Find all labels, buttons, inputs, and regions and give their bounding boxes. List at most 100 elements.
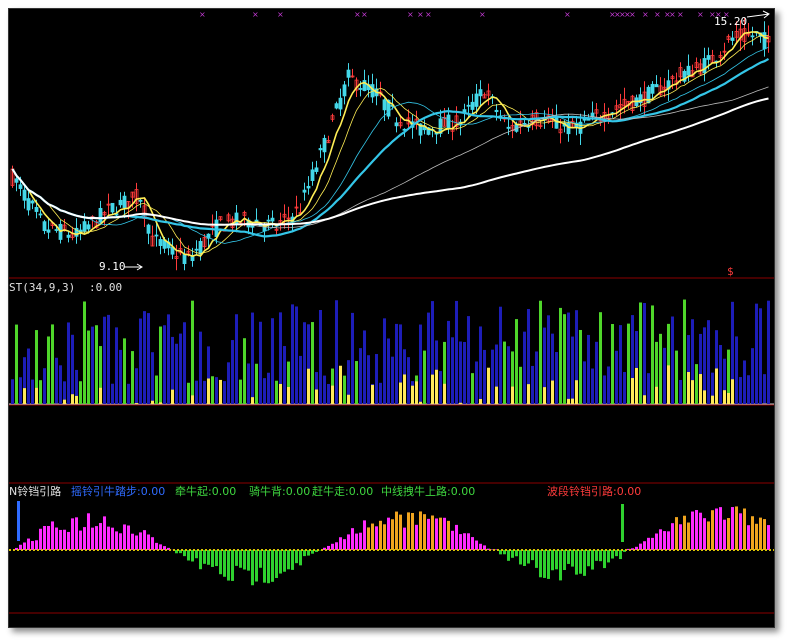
volume-bar [587,334,590,404]
osc-bar [263,550,266,583]
osc-bar [383,524,386,550]
osc-bar [411,512,414,550]
volume-bar [615,350,618,404]
volume-sub-bar [495,386,498,404]
stock-chart[interactable]: × × × × × × × × × × ××××× × × ×× × × × × × 15.20 9.10 $ ST… [9,9,774,627]
osc-bar [23,542,26,550]
volume-sub-bar [551,380,554,404]
volume-sub-bar [715,368,718,404]
osc-title: N铃铛引路 [9,484,61,498]
candle-body [470,101,475,110]
osc-bar [227,550,230,581]
osc-bar [711,510,714,550]
osc-bar [579,550,582,574]
volume-bar [247,363,250,404]
volume-bar [271,318,274,404]
volume-bar [675,350,678,404]
volume-bar [19,377,22,404]
signal-marker: × [697,10,704,19]
volume-indicator-value: :0.00 [89,281,122,294]
signal-markers: × × × × × × × × × × ××××× × × ×× × × × × × [199,10,730,19]
volume-sub-bar [71,394,74,404]
volume-bar [763,374,766,404]
osc-bar [131,533,134,550]
osc-bar [735,506,738,550]
osc-bar [523,550,526,566]
volume-bar [155,375,158,404]
candle-body [38,213,43,216]
osc-bar [347,534,350,550]
osc-bar [603,550,606,569]
volume-sub-bar [171,389,174,404]
osc-bar [667,531,670,550]
volume-bar [319,309,322,404]
osc-bar [335,542,338,550]
volume-bar [135,368,138,404]
candle-body [122,195,127,209]
volume-bar [27,348,30,404]
volume-bar [367,355,370,404]
osc-bar [211,550,214,567]
volume-sub-bar [191,395,194,404]
signal-marker: × [677,10,684,19]
osc-bar [427,518,430,550]
osc-bar [463,533,466,550]
volume-bar [251,312,254,404]
volume-bar [259,321,262,404]
candle-body [446,114,451,130]
candle-body [266,219,271,222]
candle-body [66,234,71,238]
osc-bar [395,511,398,550]
osc-bar [755,523,758,550]
signal-marker: × [654,10,661,19]
volume-bar [311,322,314,404]
osc-bar [699,512,702,550]
volume-sub-bar [699,374,702,404]
osc-bar [619,550,622,560]
volume-bar [235,314,238,404]
volume-bar [639,302,642,404]
osc-bar [671,523,674,550]
volume-bar [671,316,674,404]
candle-body [270,217,275,222]
osc-bar [355,533,358,550]
osc-bar [407,512,410,550]
osc-bar [539,550,542,578]
volume-bar [467,316,470,404]
osc-bar [203,550,206,564]
volume-bar [191,300,194,404]
candle-body [22,189,27,201]
signal-marker: × [642,10,649,19]
volume-bar [267,372,270,404]
volume-bar [151,352,154,404]
volume-bar [43,368,46,404]
candle-body [118,199,123,206]
volume-bar [39,380,42,404]
volume-bar [659,333,662,404]
candle-body [18,184,23,189]
volume-bar [327,383,330,404]
osc-bar [87,513,90,550]
volume-bar [463,341,466,404]
osc-bar [763,519,766,550]
signal-marker: × [199,10,206,19]
candle-body [762,32,767,50]
volume-bar [275,380,278,404]
osc-bar [507,550,510,561]
volume-bar [167,314,170,404]
volume-bar [223,381,226,404]
volume-bar [51,324,54,404]
volume-bar [183,322,186,404]
osc-bar [439,517,442,550]
signal-marker: × [354,10,361,19]
osc-bar [595,550,598,561]
volume-bar [363,330,366,404]
candle-body [182,254,187,265]
candle-body [730,37,735,41]
osc-bar [547,550,550,579]
candle-body [522,122,527,125]
candle-body [318,148,323,151]
volume-bar [243,338,246,404]
volume-sub-bar [99,387,102,404]
volume-bar [539,300,542,404]
